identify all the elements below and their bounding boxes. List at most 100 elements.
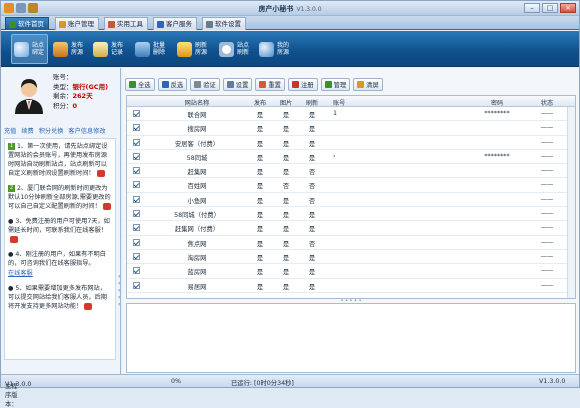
- globe-list-icon: [259, 41, 274, 57]
- ribbon-label: 刷新房源: [194, 42, 207, 56]
- publish-cell: 是: [256, 154, 264, 162]
- row-checkbox[interactable]: [133, 152, 140, 160]
- table-row[interactable]: 赶集网 是 是 否 ——: [127, 164, 575, 179]
- col-publish[interactable]: 发布: [247, 98, 273, 107]
- image-cell: 是: [282, 240, 290, 248]
- row-checkbox[interactable]: [133, 110, 140, 117]
- my-listing-button[interactable]: 我的房源: [259, 34, 290, 64]
- row-checkbox[interactable]: [133, 138, 140, 146]
- title-bar: 房产小秘书 V1.3.0.0 – □ ×: [1, 1, 579, 16]
- table-row[interactable]: 58同城（付费） 是 是 是 ——: [127, 207, 575, 222]
- table-row[interactable]: 淘房网 是 是 是 ——: [127, 250, 575, 265]
- row-checkbox[interactable]: [133, 210, 140, 218]
- house-icon: [53, 41, 68, 57]
- clear-screen-button[interactable]: 清屏: [353, 77, 383, 91]
- hot-badge-icon: [10, 235, 18, 243]
- button-label: 管理: [333, 81, 347, 89]
- publish-cell: 是: [256, 112, 264, 119]
- col-account[interactable]: 账号: [325, 98, 457, 107]
- maximize-icon[interactable]: □: [542, 3, 558, 13]
- tab-account[interactable]: 账户管理: [55, 17, 99, 30]
- refresh-icon: [177, 41, 192, 57]
- online-service-link[interactable]: 在线客服: [8, 270, 33, 277]
- tip-item: ● 5、如果需要增加更多发布网站，可以提交网站给我们客服人员，后期将开发支持更多…: [8, 284, 112, 311]
- row-checkbox[interactable]: [133, 124, 140, 132]
- tab-settings[interactable]: 软件设置: [202, 17, 246, 30]
- avatar: [9, 74, 49, 114]
- verify-button[interactable]: 验证: [190, 77, 220, 91]
- table-row[interactable]: 联合网 是 是 是 1 ******** ——: [127, 107, 575, 122]
- table-row[interactable]: 搜房网 是 是 是 ——: [127, 121, 575, 136]
- table-row[interactable]: 易居网 是 是 是 ——: [127, 279, 575, 293]
- col-status[interactable]: 状态: [527, 98, 567, 107]
- table-row[interactable]: 58同城 是 是 是 › ******** ——: [127, 150, 575, 165]
- tip-text: 1、第一次使用，请先站点绑定设置网站的会员账号，再使用发布房源时网站自动刷新站点…: [8, 143, 108, 177]
- row-checkbox[interactable]: [133, 267, 140, 275]
- row-checkbox[interactable]: [133, 252, 140, 260]
- invert-select-button[interactable]: 反选: [157, 77, 188, 91]
- site-name-cell: 安居客（付费）: [174, 140, 220, 148]
- refresh-listing-button[interactable]: 刷新房源: [177, 34, 208, 64]
- table-row[interactable]: 赶集网（付费） 是 是 是 ——: [127, 221, 575, 236]
- status-cell: ——: [540, 224, 554, 232]
- tools-icon: [108, 20, 115, 28]
- select-all-button[interactable]: 全选: [125, 77, 155, 91]
- row-checkbox[interactable]: [133, 238, 140, 246]
- grid-rows: 联合网是是是 1 ******** —— 搜房网是是是 —— 安居客（付费）是是是 —— 58同…: [127, 107, 575, 293]
- refresh-cell: 否: [308, 169, 316, 177]
- points-exchange-link[interactable]: 积分兑换: [39, 128, 64, 135]
- table-row[interactable]: 蓝房网 是 是 是 ——: [127, 264, 575, 279]
- table-row[interactable]: 焦点网 是 是 否 ——: [127, 236, 575, 250]
- status-cell: ——: [540, 152, 554, 160]
- row-checkbox[interactable]: [133, 181, 140, 189]
- col-password[interactable]: 密码: [457, 98, 537, 107]
- image-cell: 是: [282, 212, 290, 220]
- tab-home[interactable]: 软件首页: [5, 17, 49, 30]
- settings-button[interactable]: 设置: [222, 77, 253, 91]
- site-refresh-button[interactable]: 站点刷新: [219, 34, 250, 64]
- minimize-icon[interactable]: –: [524, 3, 540, 13]
- table-row[interactable]: 小鱼网 是 是 否 ——: [127, 193, 575, 208]
- col-image[interactable]: 图片: [273, 98, 299, 107]
- publish-record-button[interactable]: 发布记录: [93, 34, 124, 64]
- account-cell: ›: [333, 152, 336, 160]
- site-name-cell: 赶集网: [187, 169, 207, 177]
- password-cell: ********: [484, 110, 510, 117]
- record-icon: [93, 41, 108, 57]
- image-cell: 是: [282, 254, 290, 262]
- close-icon[interactable]: ×: [560, 3, 576, 13]
- table-row[interactable]: 百姓网 是 否 否 ——: [127, 178, 575, 193]
- renew-link[interactable]: 续费: [21, 128, 33, 135]
- col-refresh[interactable]: 刷新: [299, 98, 325, 107]
- image-cell: 是: [282, 283, 290, 291]
- publish-cell: 是: [256, 240, 264, 248]
- reset-button[interactable]: 重置: [255, 77, 285, 91]
- globe-icon: [14, 41, 29, 57]
- check-icon: [129, 80, 136, 88]
- batch-delete-button[interactable]: 批量删除: [135, 34, 166, 64]
- publish-button[interactable]: 发布房源: [53, 34, 84, 64]
- tab-label: 客户服务: [166, 20, 192, 28]
- button-label: 验证: [203, 81, 216, 89]
- row-checkbox[interactable]: [133, 281, 140, 289]
- table-row[interactable]: 安居客（付费） 是 是 是 ——: [127, 136, 575, 150]
- tab-label: 账户管理: [68, 20, 94, 28]
- clock-icon: [219, 41, 234, 57]
- status-cell: ——: [540, 110, 554, 117]
- row-checkbox[interactable]: [133, 167, 140, 175]
- register-button[interactable]: 注册: [287, 77, 318, 91]
- grid-scrollbar[interactable]: [567, 107, 575, 298]
- col-site-name[interactable]: 网站名称: [147, 98, 247, 107]
- row-checkbox[interactable]: [133, 195, 140, 203]
- progress-text: 0%: [171, 378, 181, 385]
- ribbon-label: 发布房源: [70, 42, 83, 56]
- edit-customer-info-link[interactable]: 客户信息修改: [68, 128, 105, 135]
- tab-service[interactable]: 客户服务: [153, 17, 197, 30]
- recharge-link[interactable]: 充值: [4, 128, 16, 135]
- hot-badge-icon: [96, 169, 105, 177]
- row-checkbox[interactable]: [133, 224, 140, 232]
- manage-button[interactable]: 管理: [320, 77, 351, 91]
- tab-tools[interactable]: 实用工具: [104, 17, 148, 30]
- button-label: 重置: [268, 81, 281, 89]
- site-bind-button[interactable]: 站点绑定: [11, 34, 48, 64]
